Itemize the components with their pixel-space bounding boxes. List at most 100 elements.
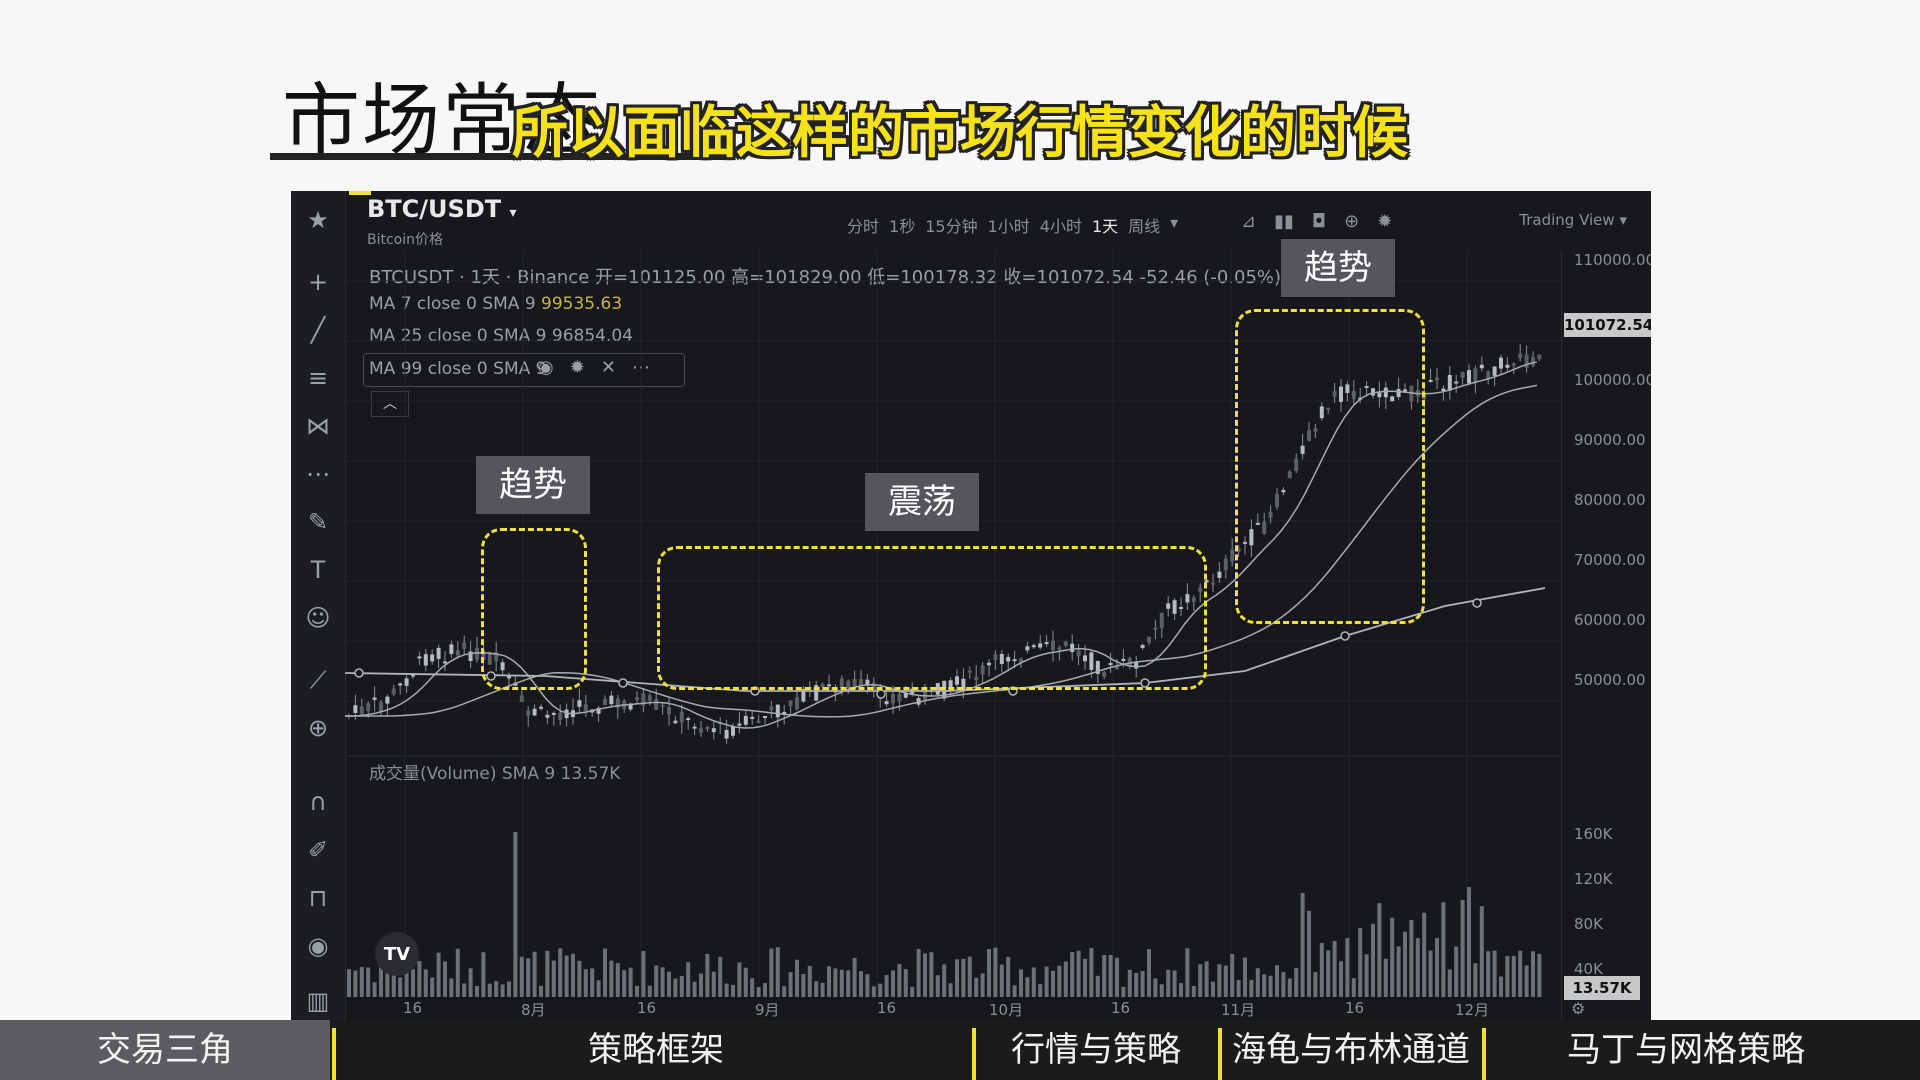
brush-icon[interactable]: ✎ bbox=[303, 507, 333, 537]
nav-item-trading-triangle[interactable]: 交易三角 bbox=[0, 1020, 330, 1080]
symbol-selector[interactable]: BTC/USDT ▾ bbox=[367, 195, 517, 223]
nav-item-martin-grid[interactable]: 马丁与网格策略 bbox=[1486, 1020, 1886, 1080]
volume-bar bbox=[1268, 975, 1273, 997]
volume-bar bbox=[513, 832, 518, 997]
candle-type-icon[interactable]: ▮▮ bbox=[1274, 211, 1294, 232]
interval-tab[interactable]: 1小时 bbox=[988, 213, 1030, 237]
chevron-down-icon[interactable]: ▾ bbox=[1170, 213, 1178, 237]
volume-bar bbox=[942, 964, 947, 997]
volume-bar bbox=[571, 953, 575, 997]
volume-bar bbox=[667, 971, 671, 997]
emoji-icon[interactable]: ☺ bbox=[303, 603, 333, 633]
candle-body bbox=[1217, 571, 1222, 578]
candle-body bbox=[1531, 357, 1535, 366]
volume-bar bbox=[967, 956, 972, 997]
volume-bar bbox=[987, 949, 991, 997]
candle-body bbox=[1223, 558, 1228, 571]
fib-icon[interactable]: ≡ bbox=[303, 363, 333, 393]
volume-bar bbox=[769, 948, 774, 997]
measure-icon[interactable]: ⋯ bbox=[303, 459, 333, 489]
interval-tab[interactable]: 1秒 bbox=[889, 213, 915, 237]
volume-bar bbox=[449, 978, 454, 997]
trendline-icon[interactable]: ╱ bbox=[303, 315, 333, 345]
price-tick: 100000.00 bbox=[1574, 371, 1651, 389]
volume-bar bbox=[1307, 910, 1311, 997]
annotation-trend-2: 趋势 bbox=[1281, 239, 1395, 297]
interval-tab[interactable]: 15分钟 bbox=[925, 213, 977, 237]
candle-body bbox=[686, 718, 691, 721]
volume-bar bbox=[609, 960, 614, 997]
candle-body bbox=[750, 716, 755, 719]
pattern-icon[interactable]: ⋈ bbox=[303, 411, 333, 441]
volume-bar bbox=[1339, 961, 1343, 997]
volume-bar bbox=[1473, 963, 1478, 997]
trash-icon[interactable]: ▥ bbox=[303, 986, 333, 1016]
indicator-icon[interactable]: ⊿ bbox=[1241, 211, 1256, 232]
zoom-icon[interactable]: ⊕ bbox=[303, 713, 333, 743]
volume-bar bbox=[1083, 958, 1087, 997]
settings-icon[interactable]: ⚙ bbox=[1571, 999, 1585, 1018]
candle-body bbox=[353, 705, 358, 713]
chart-window: ★ + ╱ ≡ ⋈ ⋯ ✎ T ☺ ⟋ ⊕ ∩ ✐ ⊓ ◉ ▥ BTC/USDT… bbox=[291, 191, 1651, 1020]
volume-bar bbox=[1057, 965, 1062, 997]
candle-body bbox=[635, 697, 639, 701]
view-selector[interactable]: Trading View ▾ bbox=[1519, 211, 1627, 229]
nav-item-strategy-framework[interactable]: 策略框架 bbox=[336, 1020, 976, 1080]
volume-bar bbox=[1467, 887, 1471, 997]
star-icon[interactable]: ★ bbox=[303, 205, 333, 235]
time-tick: 16 bbox=[403, 999, 423, 1017]
volume-bar bbox=[1243, 957, 1247, 997]
candle-body bbox=[1479, 364, 1484, 369]
lock-icon[interactable]: ⊓ bbox=[303, 883, 333, 913]
interval-tab[interactable]: 分时 bbox=[847, 213, 879, 237]
volume-bar bbox=[647, 985, 652, 997]
candle-body bbox=[417, 656, 422, 659]
candle-body bbox=[423, 654, 428, 666]
nav-item-turtle-bollinger[interactable]: 海龟与布林通道 bbox=[1222, 1020, 1480, 1080]
volume-bar bbox=[1147, 949, 1151, 997]
volume-bar bbox=[839, 969, 844, 997]
magnet-icon[interactable]: ∩ bbox=[303, 787, 333, 817]
volume-bar bbox=[1262, 974, 1267, 997]
lock-draw-icon[interactable]: ✐ bbox=[303, 835, 333, 865]
volume-bar bbox=[1364, 954, 1369, 997]
price-tick: 70000.00 bbox=[1574, 551, 1646, 569]
volume-bar bbox=[724, 983, 729, 997]
symbol-name: BTC/USDT bbox=[367, 195, 502, 223]
candle-body bbox=[449, 644, 454, 654]
volume-bar bbox=[1441, 902, 1446, 997]
volume-bar bbox=[1403, 931, 1407, 997]
candle-body bbox=[795, 697, 799, 710]
ruler-icon[interactable]: ⟋ bbox=[303, 665, 333, 695]
volume-bar bbox=[366, 967, 371, 997]
volume-bar bbox=[622, 970, 627, 997]
volume-bar bbox=[577, 960, 582, 997]
gear-icon[interactable]: ✹ bbox=[1377, 211, 1392, 232]
volume-bar bbox=[948, 983, 953, 997]
nav-item-market-strategy[interactable]: 行情与策略 bbox=[976, 1020, 1216, 1080]
candle-body bbox=[577, 700, 582, 707]
volume-bar bbox=[487, 983, 492, 997]
candle-body bbox=[1511, 363, 1516, 366]
volume-bar bbox=[1447, 969, 1452, 997]
candle-body bbox=[1460, 371, 1465, 378]
interval-tab-active[interactable]: 1天 bbox=[1092, 213, 1118, 237]
volume-bar bbox=[1428, 950, 1433, 997]
crosshair-icon[interactable]: + bbox=[303, 267, 333, 297]
interval-tab[interactable]: 4小时 bbox=[1040, 213, 1082, 237]
eye-icon[interactable]: ◉ bbox=[303, 931, 333, 961]
volume-bar bbox=[743, 967, 748, 997]
volume-bar bbox=[1511, 955, 1516, 997]
add-icon[interactable]: ⊕ bbox=[1344, 211, 1359, 232]
candle-body bbox=[545, 714, 550, 718]
volume-bar bbox=[1326, 950, 1331, 997]
candle-body bbox=[391, 688, 396, 695]
text-icon[interactable]: T bbox=[303, 555, 333, 585]
camera-icon[interactable]: ◘ bbox=[1312, 211, 1326, 232]
volume-badge: 13.57K bbox=[1564, 976, 1640, 1000]
volume-bar bbox=[1153, 978, 1158, 997]
volume-bar bbox=[1479, 906, 1484, 997]
interval-tab[interactable]: 周线 bbox=[1128, 213, 1160, 237]
volume-bar bbox=[763, 983, 767, 997]
ma-marker bbox=[1340, 631, 1350, 641]
